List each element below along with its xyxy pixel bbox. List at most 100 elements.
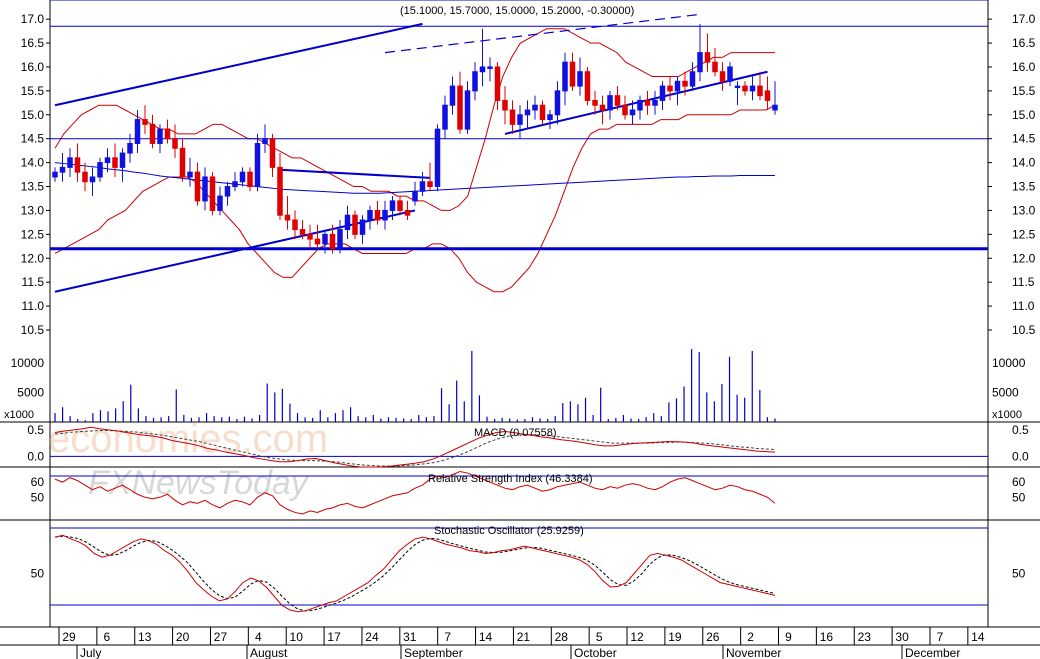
candle-body xyxy=(157,128,163,144)
candle-body xyxy=(719,71,726,82)
x-tick-label: 7 xyxy=(444,630,451,644)
candle-body xyxy=(539,104,546,121)
candle-body xyxy=(97,162,103,178)
candle-body xyxy=(134,119,141,144)
candle-body xyxy=(509,109,516,125)
x-tick-label: 30 xyxy=(895,630,909,644)
trendline xyxy=(279,168,431,179)
candle-body xyxy=(607,95,613,111)
month-label: October xyxy=(574,646,617,659)
price-tick-label-left: 11.0 xyxy=(22,299,45,313)
month-label: September xyxy=(404,646,463,659)
candle-body xyxy=(419,181,426,192)
candle-body xyxy=(449,85,456,106)
price-tick-label-left: 14.0 xyxy=(21,156,45,170)
price-tick-label-right: 12.5 xyxy=(1012,227,1036,241)
candle-body xyxy=(262,138,268,144)
month-label: November xyxy=(726,646,781,659)
rsi-tick-label-right: 50 xyxy=(1012,490,1026,504)
price-tick-label-right: 17.0 xyxy=(1012,12,1036,26)
candle-body xyxy=(149,123,156,144)
candle-body xyxy=(284,214,291,221)
candle-body xyxy=(374,209,381,221)
candle-body xyxy=(299,229,306,235)
candle-body xyxy=(82,171,88,183)
candle-body xyxy=(239,171,246,183)
candle-body xyxy=(734,85,741,89)
x-tick-label: 26 xyxy=(706,630,720,644)
candle-body xyxy=(464,90,471,130)
x-tick-label: 12 xyxy=(630,630,644,644)
rsi-label: Relative Strength Index (46.3384) xyxy=(428,473,593,485)
macd-tick-label-right: 0.0 xyxy=(1012,449,1029,463)
candle-body xyxy=(524,109,531,116)
candle-body xyxy=(659,85,666,101)
candle-body xyxy=(164,128,171,140)
candle-body xyxy=(757,85,763,97)
candle-body xyxy=(329,233,336,250)
candle-body xyxy=(644,99,651,106)
candle-body xyxy=(412,190,418,202)
candle-body xyxy=(277,166,283,216)
price-tick-label-left: 13.5 xyxy=(21,180,45,194)
volume-tick-label-left: 10000 xyxy=(11,356,45,370)
candle-body xyxy=(322,233,328,245)
x-tick-label: 6 xyxy=(104,630,111,644)
candle-body xyxy=(89,176,96,183)
price-tick-label-right: 11.5 xyxy=(1012,275,1035,289)
price-tick-label-left: 15.5 xyxy=(21,84,45,98)
x-tick-label: 24 xyxy=(365,630,379,644)
rsi-tick-label-left: 50 xyxy=(31,490,45,504)
x-tick-label: 10 xyxy=(290,630,304,644)
price-tick-label-left: 15.0 xyxy=(21,108,45,122)
x-tick-label: 2 xyxy=(747,630,754,644)
candle-body xyxy=(397,200,403,211)
candle-body xyxy=(772,104,778,111)
candle-body xyxy=(622,104,628,116)
price-tick-label-right: 15.0 xyxy=(1012,108,1036,122)
price-tick-label-right: 14.5 xyxy=(1012,132,1036,146)
trendlines xyxy=(50,0,988,293)
candle-body xyxy=(562,61,568,92)
x-tick-label: 23 xyxy=(858,630,872,644)
candle-body xyxy=(554,90,561,116)
candle-body xyxy=(269,138,276,168)
candle-body xyxy=(599,104,606,111)
candle-body xyxy=(727,66,733,82)
price-tick-label-left: 13.0 xyxy=(21,203,45,217)
price-tick-label-left: 16.5 xyxy=(21,36,45,50)
price-tick-label-left: 17.0 xyxy=(21,12,45,26)
month-label: December xyxy=(905,646,960,659)
candle-body xyxy=(74,157,81,173)
dashed-trendline xyxy=(384,13,701,54)
candle-body xyxy=(682,80,688,87)
candle-body xyxy=(667,85,673,92)
candle-body xyxy=(742,85,748,92)
candle-body xyxy=(577,71,583,87)
candle-body xyxy=(712,61,718,73)
price-tick-label-right: 14.0 xyxy=(1012,156,1036,170)
macd-tick-label-right: 0.5 xyxy=(1012,423,1029,437)
x-tick-label: 21 xyxy=(517,630,531,644)
price-tick-label-left: 12.5 xyxy=(21,227,45,241)
candle-body xyxy=(142,119,148,125)
candle-body xyxy=(547,114,553,121)
candle-body xyxy=(352,214,358,235)
stochastic-label: Stochastic Oscillator (25.9259) xyxy=(434,525,584,537)
x-tick-label: 9 xyxy=(785,630,792,644)
candle-body xyxy=(367,209,373,221)
price-tick-label-left: 12.0 xyxy=(21,251,45,265)
price-tick-label-right: 12.0 xyxy=(1012,251,1036,265)
candle-body xyxy=(104,157,111,164)
stoch-tick-label-left: 50 xyxy=(31,567,45,581)
x-tick-label: 7 xyxy=(937,630,944,644)
candle-body xyxy=(704,52,711,63)
candle-body xyxy=(179,147,186,178)
stochastic-lines xyxy=(50,527,988,613)
candle-body xyxy=(292,219,298,231)
watermark-fxnewstoday: FXNewsToday xyxy=(88,464,310,502)
candle-body xyxy=(52,171,58,178)
watermark-economies: economies.com xyxy=(48,417,328,461)
stoch-k-line xyxy=(54,534,776,613)
trendline xyxy=(54,22,423,107)
